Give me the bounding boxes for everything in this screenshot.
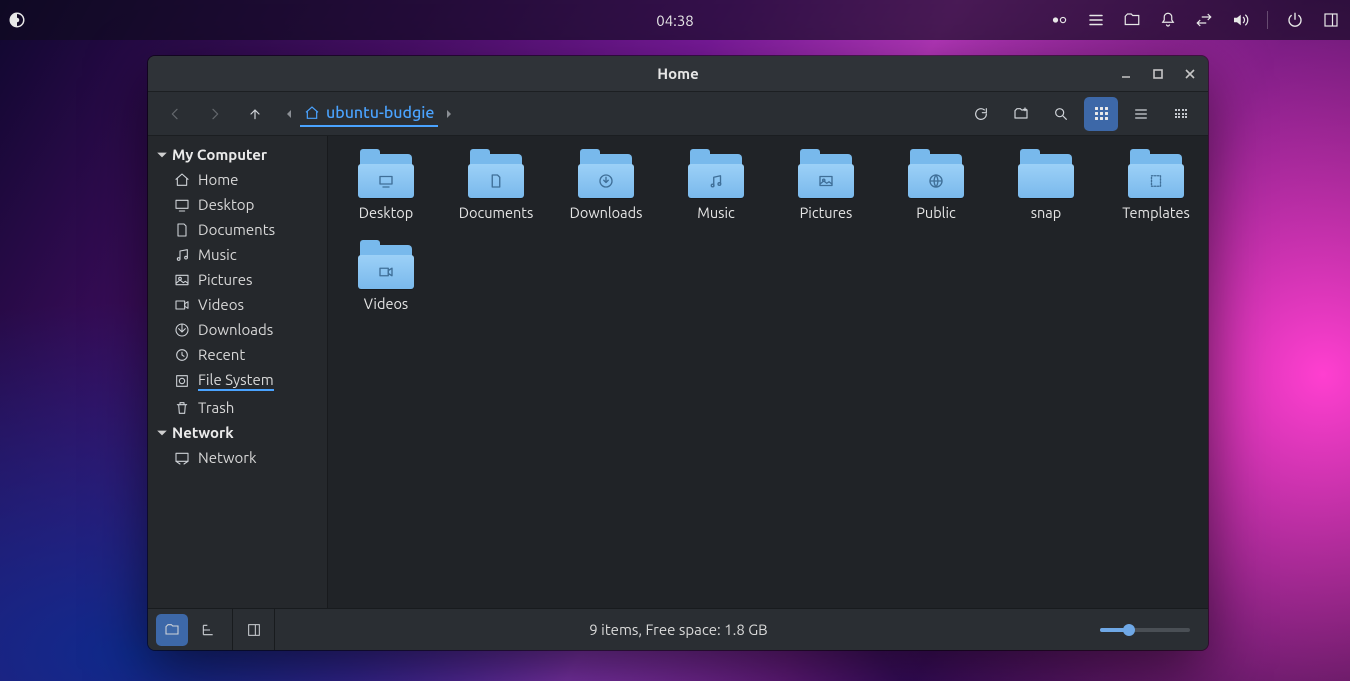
folder-music[interactable]: Music [680,154,752,221]
sidebar-item-trash[interactable]: Trash [148,395,327,420]
sidebar-item-network[interactable]: Network [148,445,327,470]
folder-icon [1018,154,1074,198]
close-button[interactable] [1178,62,1202,86]
panel-menu-icon[interactable] [1087,11,1105,29]
sidebar-item-filesystem[interactable]: File System [148,367,327,395]
window-title: Home [657,65,698,82]
status-places-button[interactable] [156,614,188,646]
search-button[interactable] [1044,97,1078,131]
file-manager-window: Home ubuntu-budgie [148,56,1208,650]
folder-desktop[interactable]: Desktop [350,154,422,221]
sidebar-section-network[interactable]: Network [148,420,327,445]
folder-icon [468,154,524,198]
status-close-sidebar-button[interactable] [233,609,275,650]
folder-icon [578,154,634,198]
files-tray-icon[interactable] [1123,11,1141,29]
status-tree-button[interactable] [192,614,224,646]
folder-icon [358,154,414,198]
back-button[interactable] [158,97,192,131]
folder-grid[interactable]: Desktop Documents Downloads Music Pictur… [328,136,1208,608]
sidebar: My Computer Home Desktop Documents Music… [148,136,328,608]
volume-icon[interactable] [1231,11,1249,29]
raven-trigger-icon[interactable] [1322,11,1340,29]
sidebar-item-downloads[interactable]: Downloads [148,317,327,342]
breadcrumb-label: ubuntu-budgie [326,104,434,122]
maximize-button[interactable] [1146,62,1170,86]
toolbar: ubuntu-budgie [148,92,1208,136]
sidebar-section-computer[interactable]: My Computer [148,142,327,167]
up-button[interactable] [238,97,272,131]
sidebar-item-recent[interactable]: Recent [148,342,327,367]
folder-snap[interactable]: snap [1010,154,1082,221]
folder-icon [358,245,414,289]
folder-public[interactable]: Public [900,154,972,221]
folder-templates[interactable]: Templates [1120,154,1192,221]
compact-view-button[interactable] [1164,97,1198,131]
sidebar-item-home[interactable]: Home [148,167,327,192]
sidebar-item-videos[interactable]: Videos [148,292,327,317]
new-folder-button[interactable] [1004,97,1038,131]
zoom-slider[interactable] [1100,628,1190,632]
titlebar[interactable]: Home [148,56,1208,92]
breadcrumb-home[interactable]: ubuntu-budgie [300,101,438,127]
network-tray-icon[interactable] [1195,11,1213,29]
folder-pictures[interactable]: Pictures [790,154,862,221]
forward-button[interactable] [198,97,232,131]
clock[interactable]: 04:38 [656,12,694,29]
notifications-icon[interactable] [1159,11,1177,29]
sidebar-item-desktop[interactable]: Desktop [148,192,327,217]
power-icon[interactable] [1286,11,1304,29]
list-view-button[interactable] [1124,97,1158,131]
folder-icon [908,154,964,198]
folder-downloads[interactable]: Downloads [570,154,642,221]
window-body: My Computer Home Desktop Documents Music… [148,136,1208,608]
status-text: 9 items, Free space: 1.8 GB [275,621,1082,638]
workspace-indicator-icon[interactable] [1051,11,1069,29]
minimize-button[interactable] [1114,62,1138,86]
top-panel: 04:38 [0,0,1350,40]
sidebar-item-documents[interactable]: Documents [148,217,327,242]
budgie-menu-icon[interactable] [8,11,26,29]
sidebar-item-music[interactable]: Music [148,242,327,267]
icon-view-button[interactable] [1084,97,1118,131]
section-label: My Computer [172,146,267,163]
panel-separator [1267,11,1268,29]
folder-icon [798,154,854,198]
folder-icon [1128,154,1184,198]
section-label: Network [172,424,234,441]
folder-icon [688,154,744,198]
folder-documents[interactable]: Documents [460,154,532,221]
folder-videos[interactable]: Videos [350,245,422,312]
statusbar: 9 items, Free space: 1.8 GB [148,608,1208,650]
breadcrumb-next-icon[interactable] [444,109,454,119]
refresh-button[interactable] [964,97,998,131]
sidebar-item-pictures[interactable]: Pictures [148,267,327,292]
breadcrumb-prev-icon[interactable] [284,109,294,119]
